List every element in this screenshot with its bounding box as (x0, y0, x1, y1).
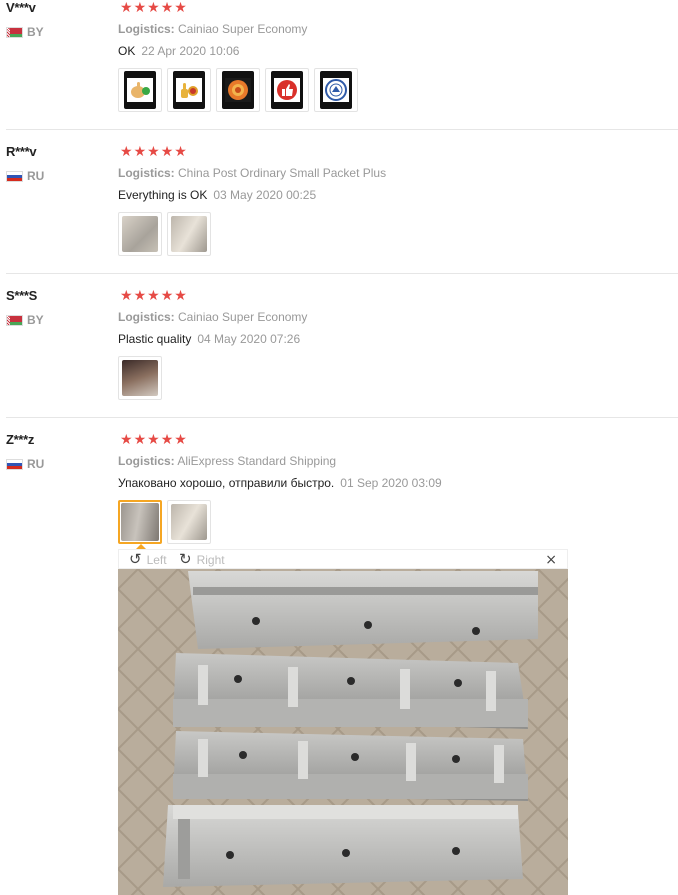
review-image-thumb[interactable] (167, 68, 211, 112)
russia-flag-icon (6, 170, 23, 182)
review-date: 04 May 2020 07:26 (197, 332, 301, 346)
belarus-flag-icon (6, 314, 23, 326)
star-icon: ★ (174, 0, 187, 16)
feedback-content: Plastic quality (118, 332, 192, 346)
review-images (118, 68, 358, 112)
review-image-thumb[interactable] (167, 212, 211, 256)
review-divider (6, 417, 678, 418)
logistics-info: Logistics: Cainiao Super Economy (118, 22, 307, 36)
review-date: 22 Apr 2020 10:06 (141, 44, 240, 58)
star-icon: ★ (174, 288, 187, 304)
star-icon: ★ (174, 144, 187, 160)
country-code: BY (27, 313, 44, 327)
review-image-thumb[interactable] (216, 68, 260, 112)
rotate-left-icon: ↺ (129, 550, 142, 568)
review-images (118, 356, 162, 400)
star-icon: ★ (120, 288, 133, 304)
review-date: 03 May 2020 00:25 (213, 188, 317, 202)
reviewer-name: V***v (6, 0, 36, 15)
country-code: BY (27, 25, 44, 39)
star-rating: ★ ★ ★ ★ ★ (120, 289, 187, 303)
star-icon: ★ (174, 432, 187, 448)
review-image-thumb[interactable] (167, 500, 211, 544)
star-icon: ★ (133, 0, 147, 16)
feedback-text: Plastic quality 04 May 2020 07:26 (118, 332, 300, 346)
image-viewer: ↺ Left ↻ Right × (118, 544, 568, 895)
reviewer-country: RU (6, 169, 44, 183)
logistics-value: AliExpress Standard Shipping (177, 454, 337, 468)
logistics-info: Logistics: China Post Ordinary Small Pac… (118, 166, 386, 180)
star-rating: ★ ★ ★ ★ ★ (120, 433, 187, 447)
review-image-thumb[interactable] (265, 68, 309, 112)
rotate-left-button[interactable]: ↺ Left (129, 552, 167, 567)
star-icon: ★ (133, 144, 147, 160)
feedback-text: Everything is OK 03 May 2020 00:25 (118, 188, 316, 202)
star-icon: ★ (147, 0, 160, 16)
review-image-thumb[interactable] (118, 68, 162, 112)
star-icon: ★ (120, 432, 133, 448)
logistics-label: Logistics: (118, 454, 175, 468)
star-icon: ★ (160, 432, 174, 448)
belarus-flag-icon (6, 26, 23, 38)
star-icon: ★ (147, 144, 160, 160)
close-viewer-button[interactable]: × (545, 552, 557, 568)
star-icon: ★ (160, 288, 174, 304)
star-icon: ★ (160, 144, 174, 160)
reviewer-name: Z***z (6, 432, 35, 447)
logistics-value: Cainiao Super Economy (178, 22, 308, 36)
star-icon: ★ (120, 144, 133, 160)
country-code: RU (27, 169, 45, 183)
reviewer-country: BY (6, 313, 44, 327)
feedback-content: OK (118, 44, 136, 58)
review-images (118, 212, 211, 256)
product-photo-illustration (118, 569, 568, 895)
review-date: 01 Sep 2020 03:09 (340, 476, 442, 490)
country-code: RU (27, 457, 45, 471)
review-image-thumb[interactable] (314, 68, 358, 112)
star-icon: ★ (147, 288, 160, 304)
star-icon: ★ (133, 432, 147, 448)
reviewer-name: R***v (6, 144, 37, 159)
review-image-thumb[interactable] (118, 356, 162, 400)
reviewer-name: S***S (6, 288, 38, 303)
rotate-right-icon: ↻ (179, 550, 192, 568)
russia-flag-icon (6, 458, 23, 470)
rotate-left-label: Left (146, 552, 167, 567)
review-images (118, 500, 211, 544)
review-image-thumb-selected[interactable] (118, 500, 162, 544)
feedback-text: OK 22 Apr 2020 10:06 (118, 44, 239, 58)
rotate-right-button[interactable]: ↻ Right (179, 552, 225, 567)
feedback-content: Everything is OK (118, 188, 208, 202)
reviewer-country: RU (6, 457, 44, 471)
logistics-value: China Post Ordinary Small Packet Plus (178, 166, 387, 180)
feedback-content: Упаковано хорошо, отправили быстро. (118, 476, 335, 490)
star-icon: ★ (160, 0, 174, 16)
star-icon: ★ (120, 0, 133, 16)
feedback-text: Упаковано хорошо, отправили быстро. 01 Se… (118, 476, 442, 490)
logistics-label: Logistics: (118, 22, 175, 36)
review-divider (6, 273, 678, 274)
logistics-info: Logistics: AliExpress Standard Shipping (118, 454, 336, 468)
logistics-label: Logistics: (118, 166, 175, 180)
logistics-label: Logistics: (118, 310, 175, 324)
logistics-value: Cainiao Super Economy (178, 310, 308, 324)
rotate-right-label: Right (196, 552, 225, 567)
review-divider (6, 129, 678, 130)
star-icon: ★ (147, 432, 160, 448)
logistics-info: Logistics: Cainiao Super Economy (118, 310, 307, 324)
review-image-thumb[interactable] (118, 212, 162, 256)
viewer-toolbar: ↺ Left ↻ Right × (118, 549, 568, 569)
enlarged-review-image (118, 569, 568, 895)
star-icon: ★ (133, 288, 147, 304)
star-rating: ★ ★ ★ ★ ★ (120, 145, 187, 159)
star-rating: ★ ★ ★ ★ ★ (120, 1, 187, 15)
reviewer-country: BY (6, 25, 44, 39)
